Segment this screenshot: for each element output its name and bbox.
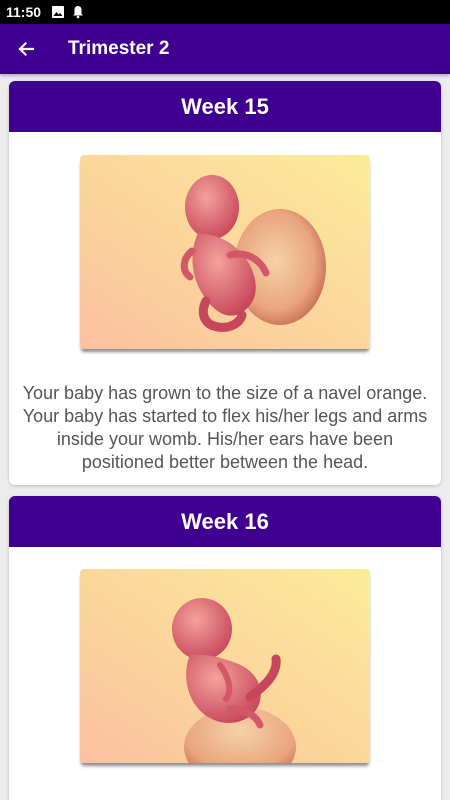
week-card: Week 16 — [9, 496, 441, 800]
week-description: Your baby has grown to the size of a nav… — [22, 383, 428, 472]
page-title: Trimester 2 — [68, 38, 170, 59]
status-time: 11:50 — [6, 4, 42, 20]
week-header: Week 16 — [9, 496, 441, 547]
fetus-illustration — [80, 569, 370, 763]
status-bar: 11:50 — [0, 0, 450, 24]
week-title: Week 16 — [181, 508, 269, 534]
bell-icon — [71, 5, 85, 19]
app-bar: Trimester 2 — [0, 24, 450, 74]
week-title: Week 15 — [181, 93, 269, 119]
arrow-back-icon[interactable] — [0, 24, 52, 74]
week-card: Week 15 Your baby has grown to the size … — [9, 81, 441, 485]
week-header: Week 15 — [9, 81, 441, 132]
week-list[interactable]: Week 15 Your baby has grown to the size … — [0, 74, 450, 800]
fetus-illustration — [80, 155, 370, 349]
image-icon — [51, 5, 65, 19]
